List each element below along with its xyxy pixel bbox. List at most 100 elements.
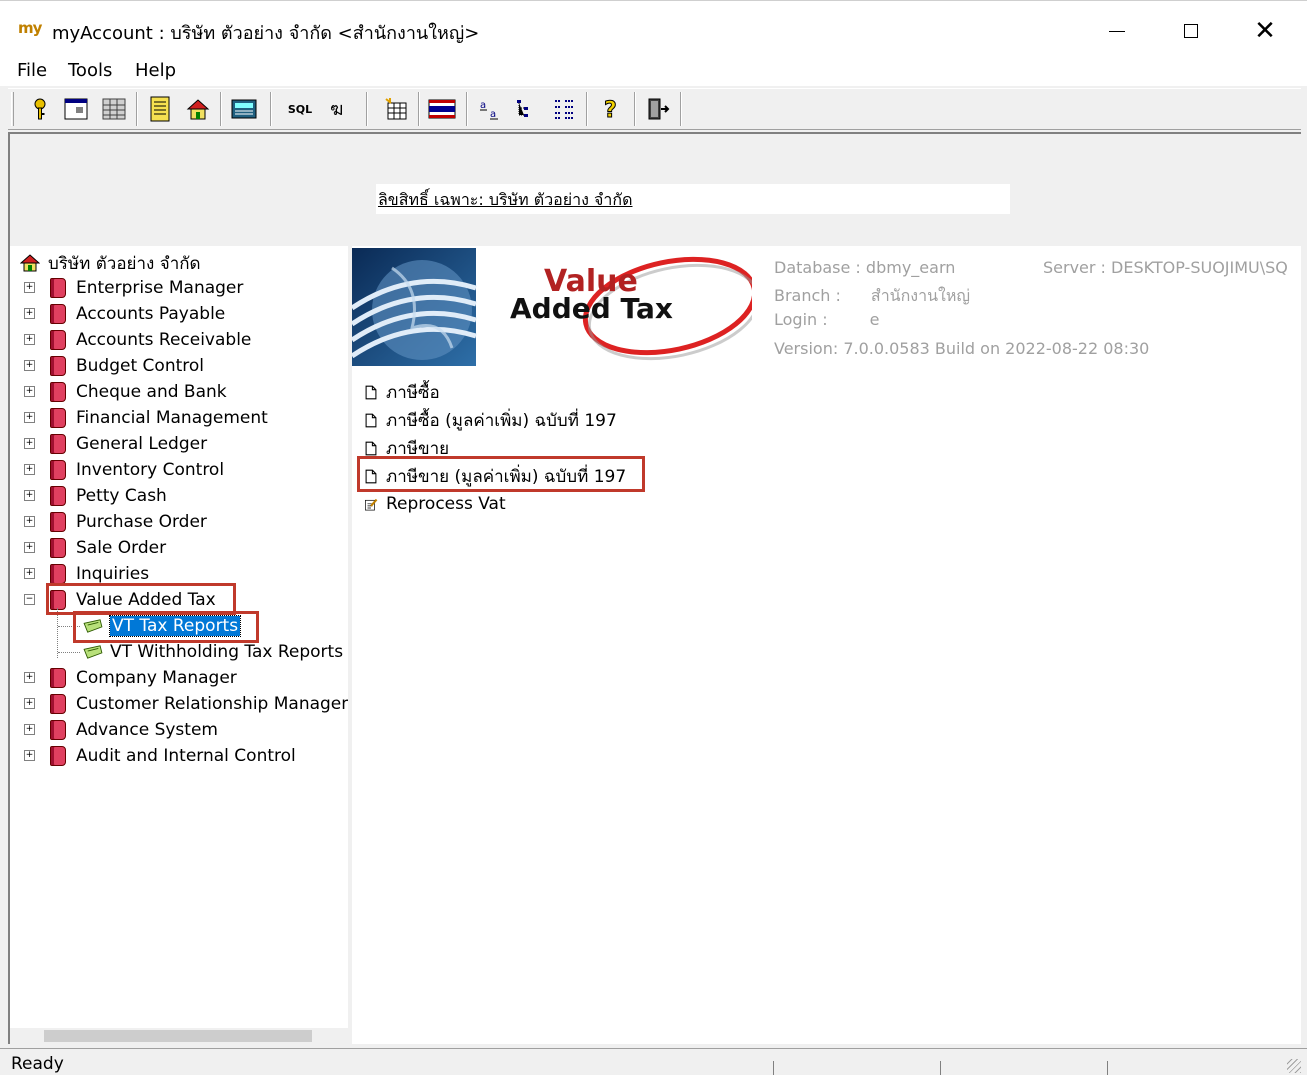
toolbar-separator	[586, 92, 588, 126]
tree-item[interactable]: VT Withholding Tax Reports	[82, 640, 343, 664]
login-value: e	[869, 310, 880, 329]
home-icon	[20, 254, 40, 272]
tree-item-label: Enterprise Manager	[76, 278, 244, 298]
status-text: Ready	[11, 1054, 64, 1074]
tree-item[interactable]: + Enterprise Manager	[24, 276, 244, 300]
flag-icon[interactable]	[428, 95, 456, 123]
tree-horizontal-scrollbar[interactable]	[10, 1028, 348, 1044]
tree-item[interactable]: + Petty Cash	[24, 484, 167, 508]
tree-view-icon[interactable]	[512, 95, 540, 123]
table-new-icon[interactable]	[382, 95, 410, 123]
tree-item-label: Customer Relationship Management	[76, 694, 348, 714]
tree-connector	[58, 652, 80, 654]
highlight-outline	[357, 456, 645, 492]
home-icon[interactable]	[184, 95, 212, 123]
window-icon[interactable]	[62, 95, 90, 123]
database-row: Database : dbmy_earn	[774, 258, 955, 280]
menu-tools[interactable]: Tools	[68, 60, 112, 81]
toolbar-grip[interactable]	[11, 92, 14, 126]
tree-item[interactable]: + Customer Relationship Management	[24, 692, 348, 716]
expand-toggle-icon[interactable]: +	[24, 386, 35, 397]
menu-help[interactable]: Help	[135, 60, 176, 81]
expand-toggle-icon[interactable]: +	[24, 724, 35, 735]
menu-file[interactable]: File	[17, 60, 47, 81]
book-icon	[50, 720, 66, 740]
toolbar-separator	[418, 92, 420, 126]
expand-toggle-icon[interactable]: +	[24, 490, 35, 501]
tree-item[interactable]: + Purchase Order	[24, 510, 207, 534]
svg-text:?: ?	[604, 98, 617, 122]
expand-toggle-icon[interactable]: +	[24, 542, 35, 553]
sql-icon[interactable]: SQL	[286, 95, 314, 123]
app-window: my myAccount : บริษัท ตัวอย่าง จำกัด <สำ…	[0, 0, 1307, 1075]
key-icon[interactable]	[26, 95, 54, 123]
minimize-button[interactable]	[1094, 11, 1140, 51]
tree-item[interactable]: + Sale Order	[24, 536, 167, 560]
report-item[interactable]: Reprocess Vat	[364, 491, 506, 517]
tree-root-company[interactable]: บริษัท ตัวอย่าง จำกัด	[20, 252, 201, 274]
tree-item[interactable]: + Financial Management	[24, 406, 268, 430]
tree-item[interactable]: + Cheque and Bank	[24, 380, 227, 404]
expand-toggle-icon[interactable]: +	[24, 464, 35, 475]
report-item[interactable]: ภาษีซื้อ (มูลค่าเพิ่ม) ฉบับที่ 197	[364, 407, 617, 433]
expand-toggle-icon[interactable]: +	[24, 360, 35, 371]
book-icon	[50, 460, 66, 480]
expand-toggle-icon[interactable]: +	[24, 568, 35, 579]
toolbar-separator	[680, 92, 682, 126]
tree-item[interactable]: + Inventory Control	[24, 458, 224, 482]
ledger-icon[interactable]	[146, 95, 174, 123]
tree-item[interactable]: + Accounts Payable	[24, 302, 225, 326]
tree-item[interactable]: + Advance System	[24, 718, 218, 742]
list-view-icon[interactable]	[550, 95, 578, 123]
tree-item-label: Advance System	[76, 720, 218, 740]
calculator-icon[interactable]	[230, 95, 258, 123]
scrollbar-thumb[interactable]	[44, 1030, 312, 1042]
expand-toggle-icon[interactable]: +	[24, 412, 35, 423]
collapse-toggle-icon[interactable]: −	[24, 594, 35, 605]
status-bar: Ready	[0, 1048, 1307, 1075]
text-format-icon[interactable]: aa	[476, 95, 504, 123]
login-label: Login :	[774, 310, 828, 329]
expand-toggle-icon[interactable]: +	[24, 438, 35, 449]
tree-item[interactable]: + Accounts Receivable	[24, 328, 252, 352]
branch-label: Branch :	[774, 286, 841, 305]
maximize-icon	[1184, 24, 1198, 38]
license-text: ลิขสิทธิ์ เฉพาะ: บริษัท ตัวอย่าง จำกัด	[378, 190, 633, 209]
status-divider	[773, 1061, 774, 1075]
tree-item-label: Sale Order	[76, 538, 167, 558]
license-header: ลิขสิทธิ์ เฉพาะ: บริษัท ตัวอย่าง จำกัด	[8, 132, 1301, 246]
tree-item-label: VT Withholding Tax Reports	[110, 642, 344, 662]
exit-icon[interactable]	[644, 95, 672, 123]
expand-toggle-icon[interactable]: +	[24, 698, 35, 709]
tree-item-label: Budget Control	[76, 356, 204, 376]
tree-item-label: Audit and Internal Control	[76, 746, 296, 766]
version-text: Version: 7.0.0.0583 Build on 2022-08-22 …	[774, 339, 1150, 358]
svg-text:a: a	[480, 100, 486, 111]
book-icon	[50, 356, 66, 376]
tree-item[interactable]: + Company Manager	[24, 666, 237, 690]
title-bar[interactable]: my myAccount : บริษัท ตัวอย่าง จำกัด <สำ…	[0, 0, 1307, 58]
tree-item[interactable]: + General Ledger	[24, 432, 207, 456]
server-value: DESKTOP-SUOJIMU\SQ	[1111, 258, 1288, 277]
module-tree-panel[interactable]: บริษัท ตัวอย่าง จำกัด + Enterprise Manage…	[8, 246, 348, 1044]
expand-toggle-icon[interactable]: +	[24, 750, 35, 761]
tree-item-label: Accounts Receivable	[76, 330, 252, 350]
expand-toggle-icon[interactable]: +	[24, 672, 35, 683]
expand-toggle-icon[interactable]: +	[24, 308, 35, 319]
book-icon	[50, 486, 66, 506]
translate-icon[interactable]: ฆ	[326, 95, 354, 123]
expand-toggle-icon[interactable]: +	[24, 334, 35, 345]
maximize-button[interactable]	[1168, 11, 1214, 51]
tree-item[interactable]: + Audit and Internal Control	[24, 744, 296, 768]
toolbar-separator	[136, 92, 138, 126]
expand-toggle-icon[interactable]: +	[24, 516, 35, 527]
resize-grip[interactable]	[1287, 1059, 1301, 1073]
tree-item[interactable]: + Budget Control	[24, 354, 204, 378]
svg-text:a: a	[490, 109, 496, 120]
report-item[interactable]: ภาษีซื้อ	[364, 379, 440, 405]
report-item-label: ภาษีซื้อ	[386, 382, 440, 403]
help-icon[interactable]: ?	[598, 95, 626, 123]
expand-toggle-icon[interactable]: +	[24, 282, 35, 293]
grid-icon[interactable]	[100, 95, 128, 123]
close-button[interactable]: ✕	[1242, 11, 1288, 51]
